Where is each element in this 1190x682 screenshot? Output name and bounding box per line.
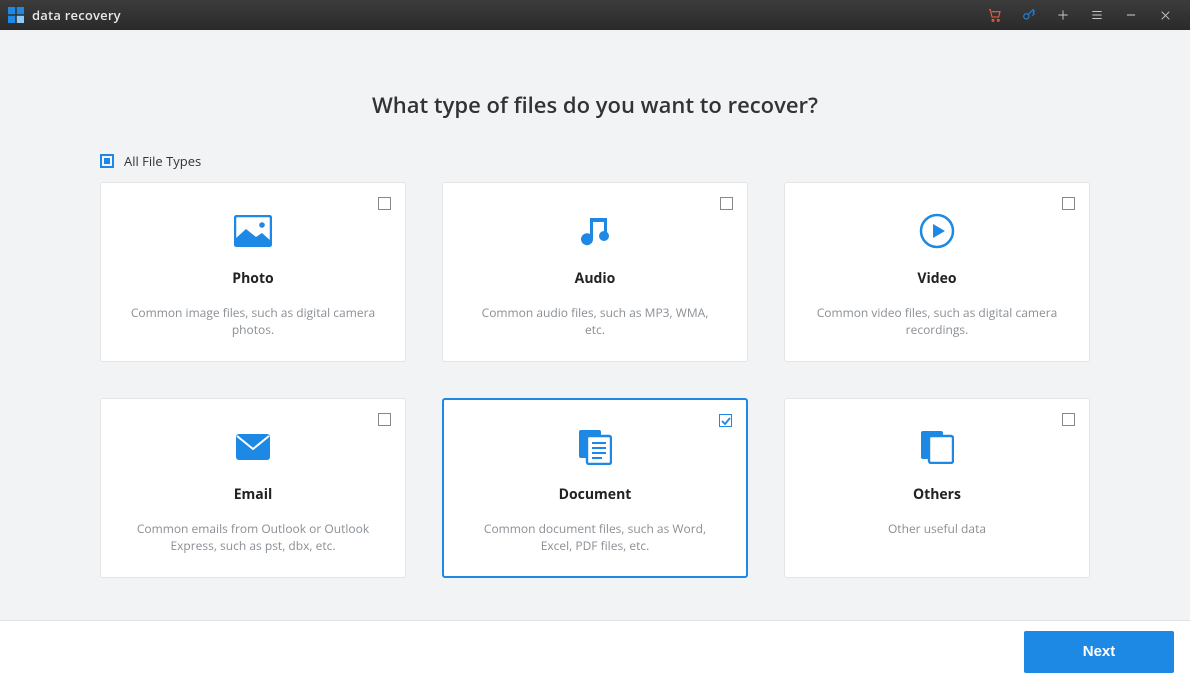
minimize-icon[interactable]	[1114, 0, 1148, 30]
app-title: data recovery	[32, 6, 121, 24]
app-logo-icon	[8, 7, 24, 23]
checkbox-icon	[720, 197, 733, 210]
next-button[interactable]: Next	[1024, 631, 1174, 673]
card-photo[interactable]: Photo Common image files, such as digita…	[100, 182, 406, 362]
key-icon[interactable]	[1012, 0, 1046, 30]
file-type-grid: Photo Common image files, such as digita…	[100, 182, 1090, 578]
checkbox-checked-icon	[719, 414, 732, 427]
plus-icon[interactable]	[1046, 0, 1080, 30]
checkbox-icon	[1062, 413, 1075, 426]
card-email-desc: Common emails from Outlook or Outlook Ex…	[129, 520, 377, 555]
card-email[interactable]: Email Common emails from Outlook or Outl…	[100, 398, 406, 578]
checkbox-icon	[1062, 197, 1075, 210]
checkbox-indeterminate-icon	[100, 154, 114, 168]
card-document[interactable]: Document Common document files, such as …	[442, 398, 748, 578]
document-icon	[578, 425, 612, 469]
card-photo-desc: Common image files, such as digital came…	[129, 304, 377, 339]
card-audio-title: Audio	[575, 269, 616, 288]
all-file-types-label: All File Types	[124, 152, 201, 170]
close-icon[interactable]	[1148, 0, 1182, 30]
card-document-desc: Common document files, such as Word, Exc…	[471, 520, 719, 555]
checkbox-icon	[378, 413, 391, 426]
email-icon	[235, 425, 271, 469]
cart-icon[interactable]	[978, 0, 1012, 30]
menu-icon[interactable]	[1080, 0, 1114, 30]
card-email-title: Email	[234, 485, 273, 504]
video-icon	[919, 209, 955, 253]
all-file-types-checkbox[interactable]: All File Types	[100, 152, 1190, 170]
others-icon	[920, 425, 954, 469]
footer: Next	[0, 620, 1190, 682]
card-others[interactable]: Others Other useful data	[784, 398, 1090, 578]
main-content: What type of files do you want to recove…	[0, 30, 1190, 620]
checkbox-icon	[378, 197, 391, 210]
photo-icon	[234, 209, 272, 253]
page-heading: What type of files do you want to recove…	[0, 90, 1190, 120]
card-audio-desc: Common audio files, such as MP3, WMA, et…	[471, 304, 719, 339]
card-video-desc: Common video files, such as digital came…	[813, 304, 1061, 339]
card-video[interactable]: Video Common video files, such as digita…	[784, 182, 1090, 362]
audio-icon	[579, 209, 611, 253]
titlebar: data recovery	[0, 0, 1190, 30]
card-audio[interactable]: Audio Common audio files, such as MP3, W…	[442, 182, 748, 362]
card-photo-title: Photo	[232, 269, 273, 288]
card-video-title: Video	[917, 269, 956, 288]
card-document-title: Document	[559, 485, 632, 504]
card-others-desc: Other useful data	[888, 520, 986, 537]
card-others-title: Others	[913, 485, 961, 504]
